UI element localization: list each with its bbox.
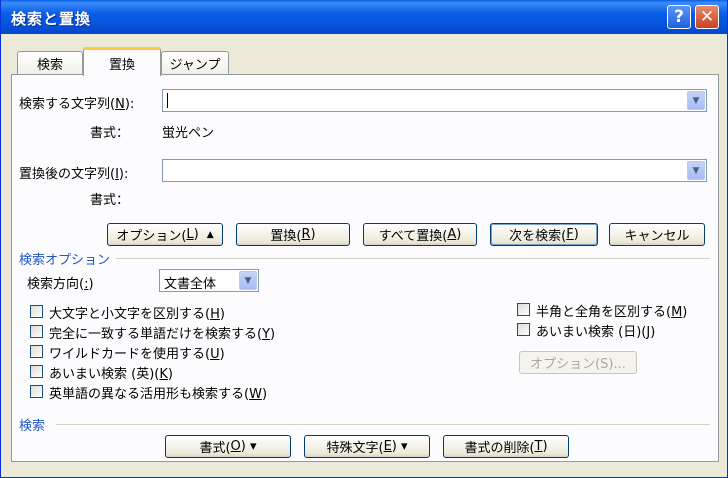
help-icon: ? bbox=[674, 7, 684, 27]
format-button[interactable]: 書式(O) ▾ bbox=[165, 435, 291, 458]
checkbox-whole-word[interactable] bbox=[30, 325, 43, 338]
tab-find[interactable]: 検索 bbox=[17, 51, 83, 75]
replace-button[interactable]: 置換(R) bbox=[236, 223, 350, 246]
section-divider bbox=[116, 258, 710, 259]
section-divider bbox=[56, 424, 710, 425]
find-next-button[interactable]: 次を検索(F) bbox=[490, 223, 598, 246]
clear-format-button[interactable]: 書式の削除(T) bbox=[443, 435, 569, 458]
close-icon: ✕ bbox=[699, 7, 715, 27]
tab-replace-label: 置換 bbox=[108, 57, 135, 73]
checkbox-word-forms[interactable] bbox=[30, 385, 43, 398]
fuzzy-options-button[interactable]: オプション(S)... bbox=[519, 351, 637, 374]
direction-label: 検索方向(:) bbox=[27, 277, 94, 292]
chevron-down-icon[interactable]: ▼ bbox=[239, 271, 257, 290]
replace-format-label: 書式： bbox=[90, 193, 130, 208]
text-caret bbox=[167, 93, 168, 108]
tab-jump[interactable]: ジャンプ bbox=[161, 51, 229, 75]
chevron-down-icon[interactable]: ▼ bbox=[687, 161, 705, 180]
find-replace-dialog: 検索と置換 ? ✕ 検索 置換 ジャンプ 検索する文字列(N): ▼ 書式： 蛍… bbox=[0, 0, 728, 478]
checkbox-fuzzy-english[interactable] bbox=[30, 365, 43, 378]
checkbox-fuzzy-japanese[interactable] bbox=[517, 323, 530, 336]
checkbox-match-case-label[interactable]: 大文字と小文字を区別する(H) bbox=[49, 303, 225, 322]
options-toggle-button[interactable]: オプション(L) ▲ bbox=[107, 223, 223, 246]
find-input[interactable]: ▼ bbox=[162, 89, 707, 112]
checkbox-fuzzy-english-label[interactable]: あいまい検索 (英)(K) bbox=[49, 363, 173, 382]
direction-select-value: 文書全体 bbox=[164, 277, 217, 292]
replace-input[interactable]: ▼ bbox=[162, 159, 707, 182]
chevron-down-icon[interactable]: ▼ bbox=[687, 91, 705, 110]
checkbox-fuzzy-japanese-label[interactable]: あいまい検索 (日)(J) bbox=[536, 321, 655, 340]
title-bar[interactable]: 検索と置換 ? ✕ bbox=[1, 0, 727, 34]
close-button[interactable]: ✕ bbox=[695, 5, 719, 29]
find-label: 検索する文字列(N): bbox=[19, 97, 135, 112]
search-section-title: 検索 bbox=[19, 419, 46, 434]
window-title: 検索と置換 bbox=[11, 10, 92, 28]
checkbox-width-match[interactable] bbox=[517, 303, 530, 316]
tab-jump-label: ジャンプ bbox=[169, 58, 221, 73]
checkbox-width-match-label[interactable]: 半角と全角を区別する(M) bbox=[536, 301, 687, 320]
direction-select[interactable]: 文書全体 ▼ bbox=[159, 269, 259, 292]
checkbox-match-case[interactable] bbox=[30, 305, 43, 318]
replace-all-button[interactable]: すべて置換(A) bbox=[363, 223, 477, 246]
search-options-title: 検索オプション bbox=[19, 253, 111, 268]
checkbox-wildcard[interactable] bbox=[30, 345, 43, 358]
tab-replace[interactable]: 置換 bbox=[83, 47, 161, 76]
special-char-button[interactable]: 特殊文字(E) ▾ bbox=[304, 435, 430, 458]
collapse-arrow-icon: ▲ bbox=[206, 229, 214, 240]
checkbox-whole-word-label[interactable]: 完全に一致する単語だけを検索する(Y) bbox=[49, 323, 275, 342]
cancel-button[interactable]: キャンセル bbox=[609, 223, 705, 246]
tab-find-label: 検索 bbox=[36, 58, 63, 73]
find-format-value: 蛍光ペン bbox=[162, 126, 215, 141]
checkbox-word-forms-label[interactable]: 英単語の異なる活用形も検索する(W) bbox=[49, 383, 267, 402]
checkbox-wildcard-label[interactable]: ワイルドカードを使用する(U) bbox=[49, 343, 225, 362]
replace-panel: 検索する文字列(N): ▼ 書式： 蛍光ペン 置換後の文字列(I): ▼ 書式：… bbox=[11, 74, 719, 462]
help-button[interactable]: ? bbox=[667, 5, 691, 29]
find-format-label: 書式： bbox=[90, 126, 130, 141]
replace-label: 置換後の文字列(I): bbox=[19, 167, 129, 182]
